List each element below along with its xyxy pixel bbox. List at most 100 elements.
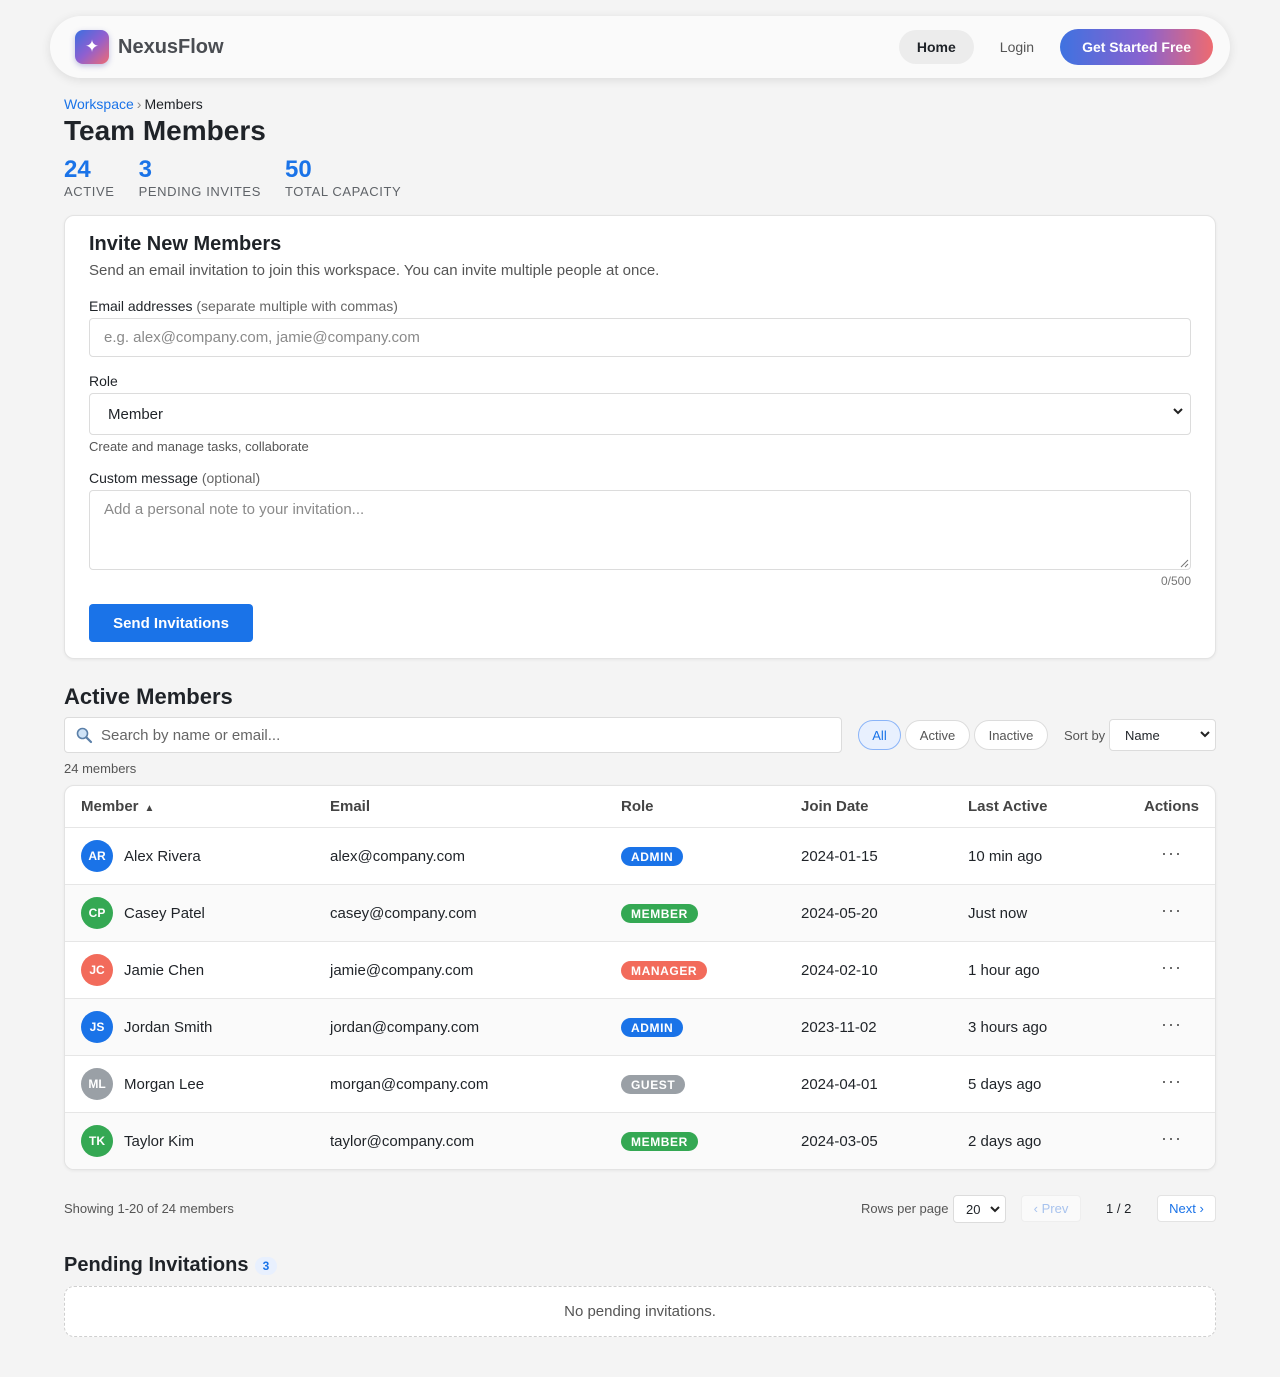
join-date: 2024-01-15 bbox=[801, 848, 878, 865]
stat-total-capacity: 50 TOTAL CAPACITY bbox=[285, 156, 401, 199]
more-actions-icon[interactable]: ··· bbox=[1161, 900, 1182, 921]
filter-active[interactable]: Active bbox=[905, 720, 970, 750]
role-badge: MEMBER bbox=[621, 1132, 698, 1151]
members-table: Member ▲ Email Role Join Date Last Active… bbox=[64, 785, 1216, 1170]
email-label-hint: (separate multiple with commas) bbox=[196, 298, 398, 314]
send-invitations-button[interactable]: Send Invitations bbox=[89, 604, 253, 642]
breadcrumb-workspace-link[interactable]: Workspace bbox=[64, 96, 134, 112]
last-active: 10 min ago bbox=[968, 848, 1043, 865]
member-name: Jamie Chen bbox=[124, 962, 205, 979]
search-input[interactable] bbox=[101, 726, 841, 744]
table-row[interactable]: JS Jordan Smith jordan@company.com ADMIN… bbox=[65, 999, 1215, 1056]
breadcrumb-separator: › bbox=[136, 96, 142, 112]
role-select[interactable]: Member bbox=[89, 393, 1191, 435]
avatar: JC bbox=[81, 954, 113, 986]
get-started-button[interactable]: Get Started Free bbox=[1060, 29, 1213, 65]
more-actions-icon[interactable]: ··· bbox=[1161, 957, 1182, 978]
pending-empty-state: No pending invitations. bbox=[64, 1286, 1216, 1337]
table-row[interactable]: AR Alex Rivera alex@company.com ADMIN 20… bbox=[65, 828, 1215, 885]
rows-per-page-select[interactable]: 20 bbox=[953, 1195, 1006, 1223]
chevron-down-icon bbox=[1172, 405, 1184, 420]
pending-invitations-title: Pending Invitations bbox=[64, 1254, 249, 1276]
join-date: 2024-02-10 bbox=[801, 962, 878, 979]
logo-icon[interactable]: ✦ bbox=[75, 30, 109, 64]
sort-select[interactable]: Name bbox=[1109, 719, 1216, 751]
message-label-text: Custom message bbox=[89, 470, 198, 486]
message-label-hint: (optional) bbox=[201, 470, 261, 486]
more-actions-icon[interactable]: ··· bbox=[1161, 1071, 1182, 1092]
role-select-value: Member bbox=[108, 405, 164, 423]
more-actions-icon[interactable]: ··· bbox=[1161, 1014, 1182, 1035]
invite-title: Invite New Members bbox=[89, 233, 282, 255]
stat-value: 3 bbox=[138, 156, 152, 183]
column-join-date[interactable]: Join Date bbox=[801, 798, 869, 815]
table-row[interactable]: JC Jamie Chen jamie@company.com MANAGER … bbox=[65, 942, 1215, 999]
column-actions: Actions bbox=[1144, 798, 1200, 815]
page-indicator: 1 / 2 bbox=[1106, 1201, 1132, 1216]
table-row[interactable]: TK Taylor Kim taylor@company.com MEMBER … bbox=[65, 1113, 1215, 1169]
char-counter: 0/500 bbox=[1160, 574, 1191, 588]
chevron-down-icon bbox=[1199, 728, 1211, 743]
role-badge: MANAGER bbox=[621, 961, 708, 980]
table-row[interactable]: ML Morgan Lee morgan@company.com GUEST 2… bbox=[65, 1056, 1215, 1113]
last-active: 2 days ago bbox=[968, 1133, 1042, 1150]
column-member-label: Member bbox=[81, 798, 139, 815]
stats-bar: 24 ACTIVE 3 PENDING INVITES 50 TOTAL CAP… bbox=[64, 156, 425, 199]
stat-label: TOTAL CAPACITY bbox=[284, 184, 402, 199]
rows-per-page-label: Rows per page bbox=[861, 1201, 949, 1216]
search-icon bbox=[76, 727, 93, 744]
member-count: 24 members bbox=[64, 761, 137, 776]
message-textarea[interactable] bbox=[89, 490, 1191, 570]
email-input[interactable] bbox=[89, 318, 1191, 357]
next-page-button[interactable]: Next › bbox=[1157, 1195, 1216, 1222]
nav-login-link[interactable]: Login bbox=[1000, 39, 1034, 55]
column-email[interactable]: Email bbox=[330, 798, 370, 815]
join-date: 2024-04-01 bbox=[801, 1076, 878, 1093]
filter-inactive[interactable]: Inactive bbox=[974, 720, 1048, 750]
role-badge: GUEST bbox=[621, 1075, 686, 1094]
column-member[interactable]: Member ▲ bbox=[81, 798, 154, 815]
role-badge: ADMIN bbox=[621, 1018, 684, 1037]
nav-home-link[interactable]: Home bbox=[898, 30, 974, 64]
avatar: TK bbox=[81, 1125, 113, 1157]
breadcrumb-current: Members bbox=[144, 96, 203, 112]
top-navbar: ✦ NexusFlow Home Login Get Started Free bbox=[50, 16, 1230, 78]
invite-card: Invite New Members Send an email invitat… bbox=[64, 215, 1216, 659]
member-name: Alex Rivera bbox=[124, 848, 201, 865]
filter-all[interactable]: All bbox=[858, 720, 901, 750]
stat-pending-invites: 3 PENDING INVITES bbox=[139, 156, 261, 199]
member-email: casey@company.com bbox=[330, 905, 477, 922]
member-email: alex@company.com bbox=[330, 848, 465, 865]
page-title: Team Members bbox=[64, 115, 266, 146]
email-label: Email addresses (separate multiple with … bbox=[89, 298, 398, 314]
table-header: Member ▲ Email Role Join Date Last Active… bbox=[65, 786, 1215, 828]
resize-grip-icon[interactable] bbox=[1180, 559, 1189, 568]
join-date: 2024-03-05 bbox=[801, 1133, 878, 1150]
role-badge: ADMIN bbox=[621, 847, 684, 866]
showing-text: Showing 1-20 of 24 members bbox=[64, 1201, 234, 1216]
avatar: ML bbox=[81, 1068, 113, 1100]
sort-label: Sort by bbox=[1064, 728, 1106, 743]
member-email: morgan@company.com bbox=[330, 1076, 489, 1093]
last-active: 5 days ago bbox=[968, 1076, 1042, 1093]
role-label: Role bbox=[89, 373, 118, 389]
more-actions-icon[interactable]: ··· bbox=[1161, 843, 1182, 864]
column-role[interactable]: Role bbox=[621, 798, 654, 815]
sort-select-value: Name bbox=[1125, 727, 1160, 743]
table-row[interactable]: CP Casey Patel casey@company.com MEMBER … bbox=[65, 885, 1215, 942]
role-badge: MEMBER bbox=[621, 904, 698, 923]
join-date: 2024-05-20 bbox=[801, 905, 878, 922]
chevron-down-icon bbox=[989, 1203, 1001, 1218]
column-last-active[interactable]: Last Active bbox=[968, 798, 1047, 815]
member-email: jordan@company.com bbox=[330, 1019, 480, 1036]
stat-value: 50 bbox=[284, 156, 312, 183]
sort-ascending-icon: ▲ bbox=[144, 803, 155, 814]
more-actions-icon[interactable]: ··· bbox=[1161, 1128, 1182, 1149]
avatar: AR bbox=[81, 840, 113, 872]
prev-page-button[interactable]: ‹ Prev bbox=[1021, 1195, 1081, 1222]
brand-name[interactable]: NexusFlow bbox=[118, 36, 224, 59]
last-active: 3 hours ago bbox=[968, 1019, 1048, 1036]
role-help-text: Create and manage tasks, collaborate bbox=[89, 439, 309, 454]
avatar: CP bbox=[81, 897, 113, 929]
invite-description: Send an email invitation to join this wo… bbox=[89, 262, 660, 279]
